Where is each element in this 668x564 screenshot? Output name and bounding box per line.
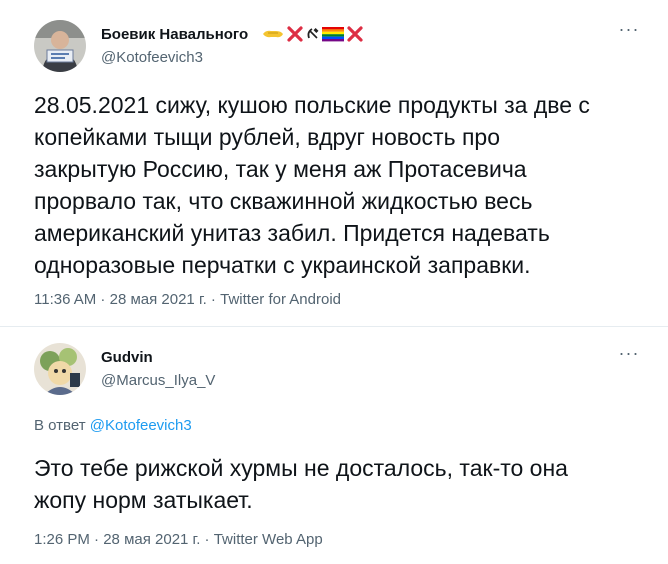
tweet-time[interactable]: 11:36 AM (34, 291, 96, 308)
meta-separator: · (96, 291, 110, 308)
hammer-sickle-icon (306, 27, 320, 46)
reply-context: В ответ @Kotofeevich3 (34, 417, 192, 434)
tweet-text: Это тебе рижской хурмы не досталось, так… (34, 455, 568, 513)
handshake-icon (262, 27, 284, 46)
more-options-icon[interactable]: ··· (616, 20, 642, 42)
meta-separator: · (89, 531, 104, 548)
tweet-date[interactable]: 28 мая 2021 г. (103, 531, 200, 548)
author-display-name[interactable]: Gudvin (101, 349, 153, 366)
avatar[interactable] (34, 20, 86, 72)
avatar[interactable] (34, 343, 86, 395)
meta-separator: · (200, 531, 214, 548)
author-handle[interactable]: @Marcus_Ilya_V (101, 372, 215, 389)
tweet-source[interactable]: Twitter for Android (220, 291, 341, 308)
cross-mark-icon (286, 25, 304, 48)
tweet-meta: 1:26 PM · 28 мая 2021 г. · Twitter Web A… (34, 531, 323, 548)
reply-mention-link[interactable]: @Kotofeevich3 (90, 417, 192, 434)
tweet-time[interactable]: 1:26 PM (34, 531, 90, 548)
meta-separator: · (206, 291, 221, 308)
author-handle[interactable]: @Kotofeevich3 (101, 49, 203, 66)
rainbow-flag-icon (322, 26, 344, 47)
tweet-meta: 11:36 AM · 28 мая 2021 г. · Twitter for … (34, 291, 341, 308)
more-options-icon[interactable]: ··· (616, 344, 642, 366)
reply-prefix: В ответ (34, 417, 86, 434)
tweet-date[interactable]: 28 мая 2021 г. (110, 291, 207, 308)
tweet-text: 28.05.2021 сижу, кушою польские продукты… (34, 92, 590, 278)
tweet-main: Боевик Навального @Kotofeevich3 ··· 28.0… (0, 0, 668, 327)
author-display-name[interactable]: Боевик Навального (101, 26, 248, 43)
name-emoji-badges (262, 25, 364, 48)
cross-mark-icon (346, 25, 364, 48)
tweet-source[interactable]: Twitter Web App (214, 531, 323, 548)
